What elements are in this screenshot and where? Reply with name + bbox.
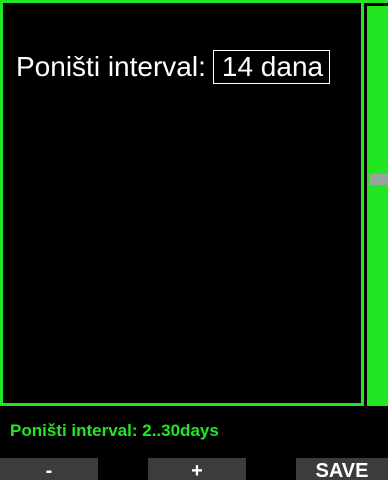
decrease-button[interactable]: - <box>0 458 98 480</box>
help-text: Poništi interval: 2..30days <box>10 421 219 440</box>
dive-computer-screen: Poništi interval: 14 dana Poništi interv… <box>0 0 388 480</box>
reset-interval-label: Poništi interval: <box>16 51 206 82</box>
scrollbar[interactable] <box>367 6 388 406</box>
save-button[interactable]: SAVE <box>296 458 388 480</box>
reset-interval-setting[interactable]: Poništi interval: 14 dana <box>16 50 331 84</box>
increase-button[interactable]: + <box>148 458 246 480</box>
reset-interval-value[interactable]: 14 dana <box>212 50 331 84</box>
scrollbar-thumb[interactable] <box>370 174 388 185</box>
